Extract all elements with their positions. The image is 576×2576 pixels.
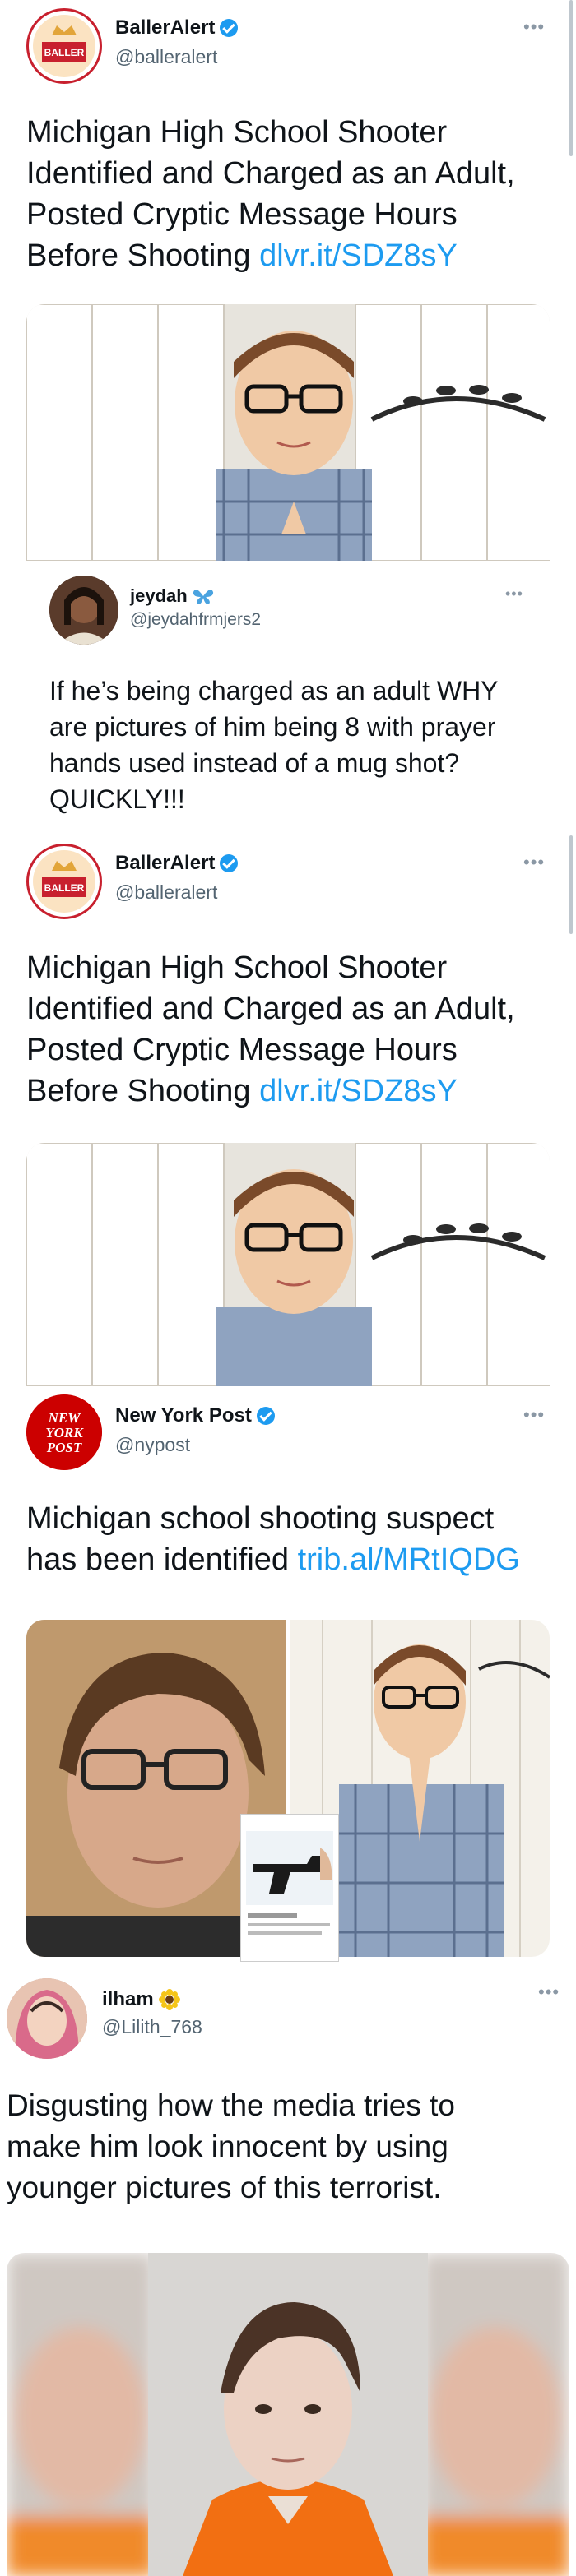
more-options-icon[interactable]: ••• [523,852,545,873]
author-handle[interactable]: @balleralert [115,46,217,68]
sunflower-icon [158,1989,180,2010]
author-handle[interactable]: @Lilith_768 [102,2016,202,2038]
tweet-link[interactable]: trib.al/MRtIQDG [298,1542,520,1577]
ilham-avatar[interactable] [7,1978,87,2059]
author-name[interactable]: jeydah [130,585,188,607]
profile-photo-image [7,1978,87,2059]
tweet-photo[interactable] [7,2253,569,2576]
tweet-text: Disgusting how the media tries to make h… [7,2088,455,2204]
author-handle[interactable]: @jeydahfrmjers2 [130,610,261,630]
author-handle[interactable]: @balleralert [115,881,217,904]
screenshot-inset[interactable] [240,1814,339,1962]
tweet-photo[interactable] [26,304,550,561]
balleralert-logo-icon: BALLER [33,850,95,913]
tweet-link[interactable]: dlvr.it/SDZ8sY [259,238,458,273]
quote-tweet-jeydah[interactable]: jeydah @jeydahfrmjers2 ••• If he’s being… [0,567,576,835]
tweet-balleralert-2[interactable]: BALLER BallerAlert @balleralert ••• Mich… [0,835,576,1386]
tweet-nypost[interactable]: NEW YORK POST New York Post @nypost ••• … [0,1386,576,1962]
more-options-icon[interactable]: ••• [505,585,523,603]
more-options-icon[interactable]: ••• [538,1982,560,2003]
author-name[interactable]: ilham [102,1988,154,2011]
balleralert-logo-icon: BALLER [33,15,95,77]
boy-photo-image [26,1143,550,1386]
jeydah-avatar[interactable] [49,576,118,645]
verified-badge-icon [256,1407,275,1425]
nypost-avatar[interactable]: NEW YORK POST [26,1394,102,1470]
tweet-photo[interactable] [26,1143,550,1386]
tweet-text: If he’s being charged as an adult WHY ar… [49,676,498,814]
butterfly-icon [193,589,213,604]
more-options-icon[interactable]: ••• [523,1404,545,1426]
balleralert-avatar[interactable]: BALLER [26,844,102,919]
tweet-text: Michigan High School Shooter Identified … [26,950,515,1108]
nypost-logo-line: POST [46,1440,82,1455]
author-handle[interactable]: @nypost [115,1434,190,1456]
handgun-post-image [241,1815,338,1961]
nypost-logo-icon: NEW YORK POST [26,1394,102,1470]
author-name[interactable]: BallerAlert [115,16,215,39]
tweet-balleralert-1[interactable]: BALLER BallerAlert @balleralert ••• Mich… [0,0,576,576]
tweet-text: Michigan High School Shooter Identified … [26,115,515,273]
boy-photo-image [26,304,550,561]
nypost-logo-line: YORK [45,1425,84,1441]
mugshot-image [7,2253,569,2576]
author-name[interactable]: New York Post [115,1404,252,1427]
svg-text:BALLER: BALLER [44,882,85,894]
scrollbar[interactable] [569,0,573,156]
nypost-logo-line: NEW [48,1410,82,1426]
more-options-icon[interactable]: ••• [523,16,545,38]
tweet-text: Michigan school shooting suspect has bee… [26,1501,520,1577]
profile-photo-image [49,576,118,645]
tweet-ilham[interactable]: ilham @Lilith_768 ••• Disgusting how the… [0,1963,576,2576]
verified-badge-icon [220,19,239,37]
svg-text:BALLER: BALLER [44,47,85,58]
verified-badge-icon [220,854,239,872]
balleralert-avatar[interactable]: BALLER [26,8,102,84]
author-name[interactable]: BallerAlert [115,852,215,875]
scrollbar[interactable] [569,835,573,934]
tweet-link[interactable]: dlvr.it/SDZ8sY [259,1074,458,1108]
